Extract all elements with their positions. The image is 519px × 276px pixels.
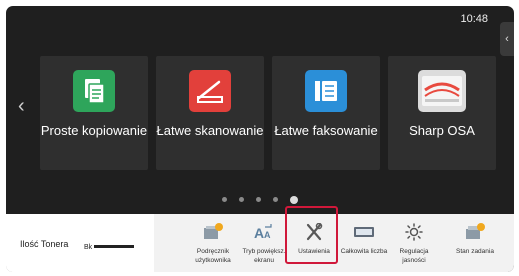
tile-label: Sharp OSA	[409, 123, 475, 138]
toner-label: Ilość Tonera	[20, 239, 69, 249]
scan-icon	[189, 70, 231, 112]
user-manual-icon	[202, 223, 224, 241]
taskbar: Ilość Tonera Bk Podręcznik użytkownika A…	[6, 214, 514, 272]
chevron-left-icon: ‹	[505, 33, 509, 45]
toner-level-bar	[94, 245, 134, 248]
enlarge-display-button[interactable]: A A Tryb powiększ. ekranu	[239, 214, 289, 272]
page-dot[interactable]	[222, 197, 227, 203]
tile-proste-kopiowanie[interactable]: Proste kopiowanie	[40, 56, 148, 170]
job-status-label: Stan zadania	[456, 248, 494, 255]
tile-label: Łatwe skanowanie	[156, 123, 264, 138]
clock: 10:48	[460, 13, 488, 25]
sharp-osa-icon	[418, 70, 466, 112]
job-status-button[interactable]: Stan zadania	[444, 214, 506, 272]
total-count-label: Całkowita liczba	[340, 248, 388, 255]
brightness-button[interactable]: Regulacja jasności	[389, 214, 439, 272]
copy-icon	[73, 70, 115, 112]
tile-label: Łatwe faksowanie	[274, 123, 378, 138]
selection-highlight	[285, 206, 338, 264]
user-manual-button[interactable]: Podręcznik użytkownika	[188, 214, 238, 272]
brightness-label: Regulacja jasności	[399, 248, 429, 264]
toner-level-panel: Ilość Tonera Bk	[6, 214, 154, 272]
page-dot-active[interactable]	[290, 195, 298, 204]
collapse-tab[interactable]: ‹	[500, 22, 514, 56]
toner-color-label: Bk	[84, 244, 93, 251]
job-status-icon	[464, 223, 486, 241]
tile-latwe-faksowanie[interactable]: Łatwe faksowanie	[272, 56, 380, 170]
page-dot[interactable]	[273, 197, 278, 203]
enlarge-display-label: Tryb powiększ. ekranu	[242, 248, 286, 264]
operation-panel: 10:48 ‹ ‹ Proste kopiowanie Łatwe skanow…	[6, 6, 514, 272]
page-dot[interactable]	[256, 197, 261, 203]
brightness-icon	[403, 223, 425, 241]
fax-icon	[305, 70, 347, 112]
total-count-icon	[353, 223, 375, 241]
tile-label: Proste kopiowanie	[40, 123, 148, 138]
enlarge-display-icon: A A	[253, 223, 275, 241]
chevron-left-icon: ‹	[18, 95, 25, 117]
page-indicator	[6, 191, 514, 209]
user-manual-label: Podręcznik użytkownika	[195, 248, 231, 264]
tile-sharp-osa[interactable]: Sharp OSA	[388, 56, 496, 170]
tile-latwe-skanowanie[interactable]: Łatwe skanowanie	[156, 56, 264, 170]
svg-text:A: A	[254, 225, 264, 241]
previous-page-button[interactable]: ‹	[18, 96, 25, 116]
total-count-button[interactable]: Całkowita liczba	[339, 214, 389, 272]
page-dot[interactable]	[239, 197, 244, 203]
svg-text:A: A	[264, 230, 271, 240]
